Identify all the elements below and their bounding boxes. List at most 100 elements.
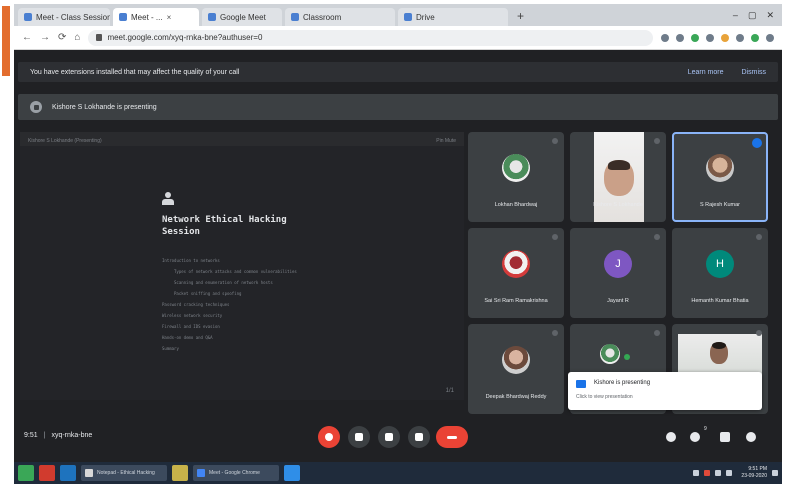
- close-tab-icon[interactable]: ×: [167, 13, 172, 22]
- participant-name: Kishore S Lokhande: [593, 202, 643, 208]
- stage-controls[interactable]: Pin Mute: [436, 138, 456, 144]
- presenter-label: Kishore S Lokhande (Presenting): [28, 138, 102, 144]
- menu-icon[interactable]: [766, 33, 774, 42]
- app-icon[interactable]: [39, 465, 55, 481]
- window-controls: – ▢ ✕: [725, 10, 782, 26]
- favicon-icon: [24, 13, 32, 21]
- mic-off-icon: [654, 138, 660, 144]
- url-text: meet.google.com/xyq-rnka-bne?authuser=0: [107, 33, 263, 42]
- app-icon[interactable]: [172, 465, 188, 481]
- url-input[interactable]: meet.google.com/xyq-rnka-bne?authuser=0: [88, 29, 653, 46]
- presenting-text: Kishore S Lokhande is presenting: [52, 103, 157, 111]
- system-clock[interactable]: 9:51 PM 23-09-2020: [737, 466, 767, 480]
- tab-label: Classroom: [303, 12, 342, 22]
- tab-label: Meet - ...: [131, 12, 163, 22]
- browser-tab-active[interactable]: Meet - ... ×: [113, 8, 199, 26]
- participant-tile[interactable]: Deepak Bhardwaj Reddy: [468, 324, 564, 414]
- mic-toggle-button[interactable]: [318, 426, 340, 448]
- participant-name: Sai Sri Ram Ramakrishna: [484, 298, 548, 304]
- activities-icon[interactable]: [746, 432, 756, 442]
- profile-icon[interactable]: [736, 33, 744, 42]
- participant-tile-speaking[interactable]: S Rajesh Kumar: [672, 132, 768, 222]
- present-icon: [576, 380, 586, 388]
- browser-tab[interactable]: Google Meet: [202, 8, 282, 26]
- avatar: J: [604, 250, 632, 278]
- slide-bullet: Firewall and IDS evasion: [162, 324, 220, 329]
- presentation-stage[interactable]: Kishore S Lokhande (Presenting) Pin Mute…: [20, 132, 464, 400]
- edge-icon[interactable]: [60, 465, 76, 481]
- avatar: [600, 344, 620, 364]
- slide-page: 1/1: [445, 388, 454, 394]
- tray-icon[interactable]: [704, 470, 711, 476]
- participant-name: Jayant R: [607, 298, 629, 304]
- volume-icon[interactable]: [726, 470, 733, 476]
- maximize-icon[interactable]: ▢: [748, 10, 757, 21]
- learn-more-link[interactable]: Learn more: [688, 69, 724, 76]
- extension-icon[interactable]: [721, 33, 729, 42]
- dismiss-button[interactable]: Dismiss: [742, 69, 767, 76]
- slide-bullet: Wireless network security: [162, 313, 223, 318]
- favicon-icon: [208, 13, 216, 21]
- participant-name: S Rajesh Kumar: [699, 202, 741, 208]
- people-icon[interactable]: [690, 432, 700, 442]
- lock-icon: [96, 34, 103, 41]
- participant-tile[interactable]: Sai Sri Ram Ramakrishna: [468, 228, 564, 318]
- notification-icon[interactable]: [772, 470, 778, 476]
- participant-name: Hemanth Kumar Bhatia: [691, 298, 749, 304]
- taskbar-window[interactable]: Notepad - Ethical Hacking: [81, 465, 167, 481]
- clock-time: 9:51 PM: [748, 466, 767, 472]
- extension-icon[interactable]: [706, 33, 714, 42]
- participant-tile[interactable]: J Jayant R: [570, 228, 666, 318]
- notification-toast[interactable]: Kishore is presenting Click to view pres…: [568, 372, 762, 410]
- browser-tab[interactable]: Classroom: [285, 8, 395, 26]
- tray-icon[interactable]: [693, 470, 700, 476]
- camera-feed: [594, 132, 644, 222]
- present-icon: [415, 433, 423, 441]
- participant-tile[interactable]: Kishore S Lokhande: [570, 132, 666, 222]
- back-icon[interactable]: ←: [22, 32, 32, 43]
- captions-button[interactable]: [378, 426, 400, 448]
- camera-icon[interactable]: [661, 33, 669, 42]
- os-taskbar: Notepad - Ethical Hacking Meet - Google …: [14, 462, 782, 484]
- extension-icon[interactable]: [691, 33, 699, 42]
- reload-icon[interactable]: ⟳: [58, 32, 66, 43]
- mic-off-icon: [654, 234, 660, 240]
- slide-bullet: Types of network attacks and common vuln…: [174, 269, 297, 274]
- shared-slide: Network Ethical Hacking Session Introduc…: [20, 146, 464, 400]
- new-tab-icon[interactable]: +: [511, 9, 530, 26]
- close-window-icon[interactable]: ✕: [766, 10, 774, 21]
- favicon-icon: [119, 13, 127, 21]
- toast-subtitle: Click to view presentation: [576, 394, 633, 400]
- participant-tile[interactable]: H Hemanth Kumar Bhatia: [672, 228, 768, 318]
- face: [710, 342, 728, 364]
- home-icon[interactable]: ⌂: [74, 32, 80, 43]
- start-icon[interactable]: [18, 465, 34, 481]
- favicon-icon: [291, 13, 299, 21]
- present-now-button[interactable]: [408, 426, 430, 448]
- account-avatar[interactable]: [751, 33, 759, 42]
- camera-icon: [355, 433, 363, 441]
- tab-label: Meet - Class Session: [36, 12, 110, 22]
- taskbar-window-label: Meet - Google Chrome: [209, 470, 260, 476]
- forward-icon[interactable]: →: [40, 32, 50, 43]
- taskbar-window[interactable]: Meet - Google Chrome: [193, 465, 279, 481]
- avatar: [706, 154, 734, 182]
- clock-date: 23-09-2020: [741, 473, 767, 479]
- avatar: [502, 250, 530, 278]
- network-icon[interactable]: [715, 470, 722, 476]
- info-icon[interactable]: [666, 432, 676, 442]
- left-edge-strip: [0, 0, 14, 470]
- meeting-details[interactable]: 9:51 | xyq-rnka-bne: [24, 432, 92, 439]
- minimize-icon[interactable]: –: [733, 10, 738, 21]
- app-icon[interactable]: [284, 465, 300, 481]
- participant-tile[interactable]: Lokhan Bhardwaj: [468, 132, 564, 222]
- end-call-button[interactable]: [436, 426, 468, 448]
- star-icon[interactable]: [676, 33, 684, 42]
- chat-icon[interactable]: [720, 432, 730, 442]
- browser-tab[interactable]: Meet - Class Session: [18, 8, 110, 26]
- camera-toggle-button[interactable]: [348, 426, 370, 448]
- browser-tab[interactable]: Drive: [398, 8, 508, 26]
- mic-off-icon: [325, 433, 333, 441]
- address-bar: ← → ⟳ ⌂ meet.google.com/xyq-rnka-bne?aut…: [14, 26, 782, 50]
- mic-off-icon: [552, 330, 558, 336]
